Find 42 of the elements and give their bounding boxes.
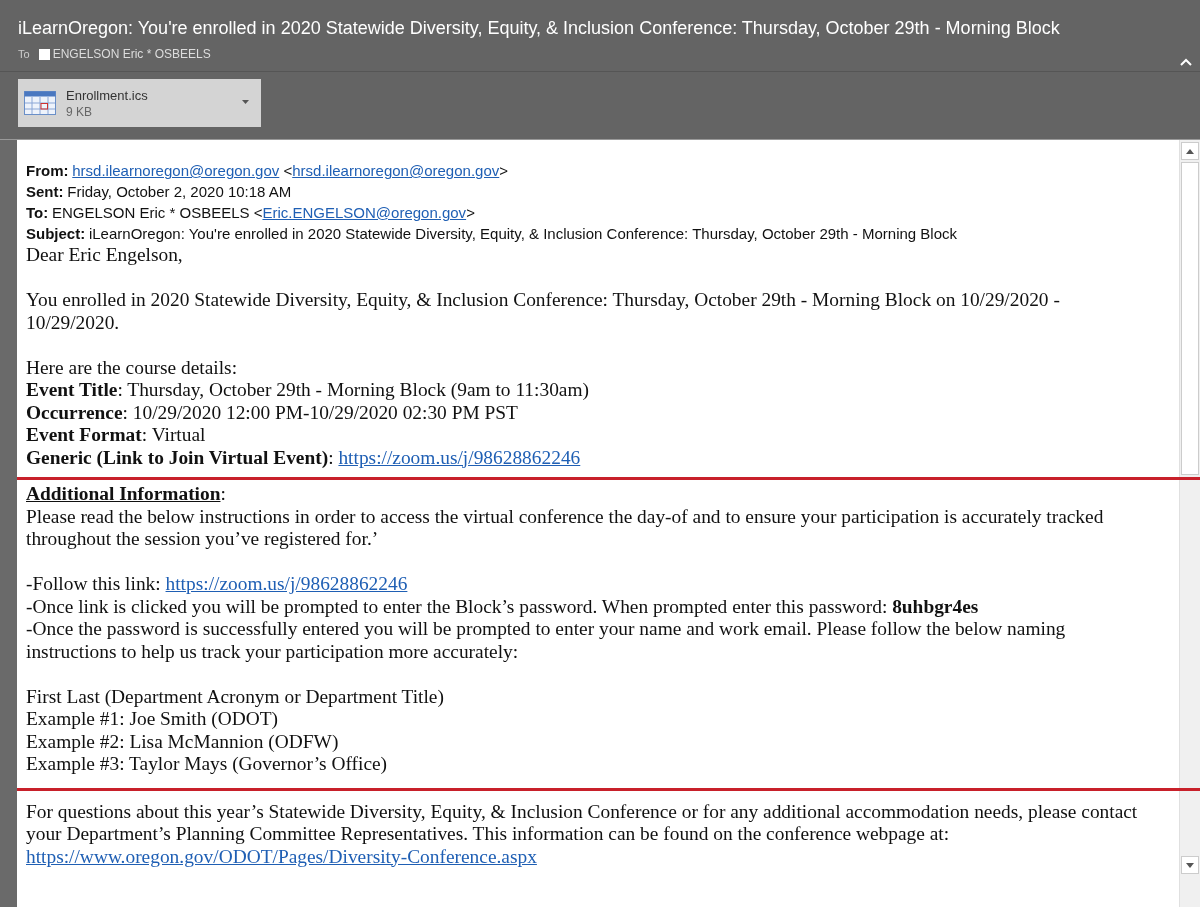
header-field: From: hrsd.ilearnoregon@oregon.gov <hrsd.ilearnoregon@oregon.gov> [26,160,1155,181]
scroll-up-button[interactable] [1181,142,1199,160]
attachment-size: 9 KB [66,104,93,119]
link[interactable]: https://zoom.us/j/98628862246 [165,573,408,594]
to-label: To [18,48,30,60]
message-text: For questions about this year’s Statewide Diversity, Equity, & Inclusion Conference or for any additional accommodation needs, please contact your Department’s Planning Committee Representatives. This information can be found on the conference webpage at: https://www.oregon.gov/ODOT/Pages/Diversity-Conference.aspx [26,800,1139,868]
link[interactable]: https://zoom.us/j/98628862246 [338,446,581,468]
contact-icon [38,48,50,60]
attachment-name: Enrollment.ics [66,87,148,103]
message-text: Dear Eric Engelson, [26,244,184,267]
message-text: Example #1: Joe Smith (ODOT) [26,708,280,731]
caret-icon[interactable] [242,100,249,104]
message-text: Example #2: Lisa McMannion (ODFW) [26,730,340,753]
link[interactable]: Eric.ENGELSON@oregon.gov [262,204,467,221]
message-text: You enrolled in 2020 Statewide Diversity, Equity, & Inclusion Conference: Thursday, October 29th - Morning Block on 10/29/2020 - 10/29/2020. [26,289,1061,334]
up-arrow-icon [1186,148,1194,154]
message-text: -Follow this link: https://zoom.us/j/98628862246 [26,573,409,596]
attachment-card[interactable]: Enrollment.ics 9 KB [18,79,261,127]
message-text: First Last (Department Acronym or Department Title) [26,685,445,708]
message-text: Example #3: Taylor Mays (Governor’s Office) [26,753,389,776]
collapse-icon[interactable] [1180,58,1192,66]
down-arrow-icon [1186,862,1194,868]
link[interactable]: hrsd.ilearnoregon@oregon.gov [72,162,280,179]
message-text: Please read the below instructions in order to access the virtual conference the day-of and to ensure your participation is accurately tracked throughout the session you’ve registered for.’ [26,505,1105,551]
header-field: Subject: iLearnOregon: You're enrolled in 2020 Statewide Diversity, Equity, & Inclusion Conference: Thursday, October 29th - Morning Block [26,223,1155,244]
recipient-name[interactable]: ENGELSON Eric * OSBEELS [52,47,211,61]
header-field: To: ENGELSON Eric * OSBEELS <Eric.ENGELSON@oregon.gov> [26,202,1155,223]
message-text: Generic (Link to Join Virtual Event): https://zoom.us/j/98628862246 [26,446,582,469]
message-text: Occurrence: 10/29/2020 12:00 PM-10/29/2020 02:30 PM PST [26,401,519,424]
link[interactable]: https://www.oregon.gov/ODOT/Pages/Diversity-Conference.aspx [26,845,537,867]
message-text: Additional Information: [26,483,227,506]
window-title: iLearnOregon: You're enrolled in 2020 Statewide Diversity, Equity, & Inclusion Conference: Thursday, October 29th - Morning Block [18,18,1060,39]
scroll-down-button[interactable] [1181,856,1199,874]
message-text: -Once the password is successfully entered you will be prompted to enter your name and work email. Please follow the below naming instructions to help us track your participation more accurately: [26,618,1067,663]
scroll-thumb[interactable] [1181,162,1199,475]
link[interactable]: hrsd.ilearnoregon@oregon.gov [292,162,500,179]
calendar-icon [24,91,56,115]
message-text: Event Title: Thursday, October 29th - Morning Block (9am to 11:30am) [26,379,590,402]
message-text: Event Format: Virtual [26,424,207,447]
message-text: Here are the course details: [26,356,239,379]
header-field: Sent: Friday, October 2, 2020 10:18 AM [26,181,1155,202]
message-text: -Once link is clicked you will be prompted to enter the Block’s password. When prompted enter this password: 8uhbgr4es [26,595,980,618]
